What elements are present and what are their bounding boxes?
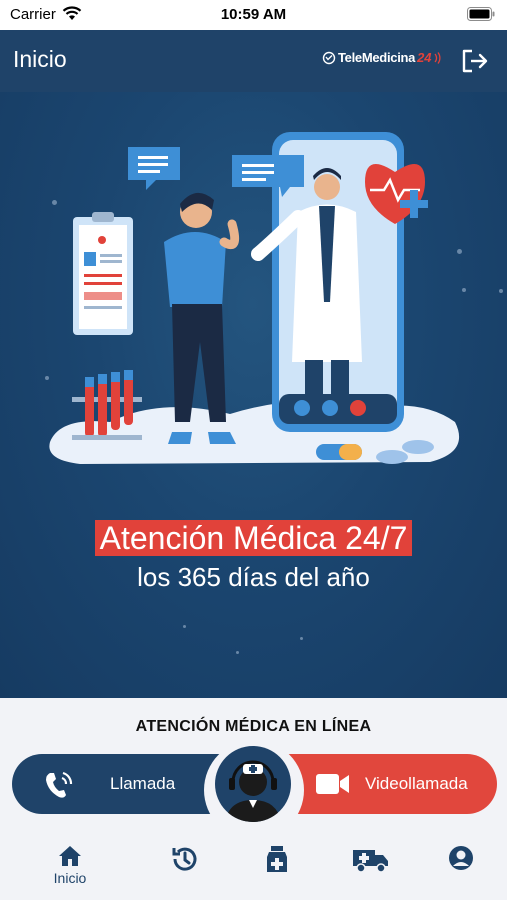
video-camera-icon [315, 772, 351, 801]
app-header: Inicio TeleMedicina 24 [0, 30, 507, 92]
profile-icon [449, 846, 473, 870]
consult-panel: ATENCIÓN MÉDICA EN LÍNEA Llamada Videoll… [0, 698, 507, 900]
history-icon [172, 847, 197, 871]
stethoscope-icon [322, 51, 336, 64]
tab-profile[interactable] [431, 844, 491, 892]
doctor-avatar [204, 740, 304, 840]
battery-icon [467, 7, 495, 26]
video-call-button-label: Videollamada [365, 774, 468, 793]
page-title: Inicio [13, 46, 67, 72]
ambulance-icon [353, 850, 388, 873]
telemedicina-logo: TeleMedicina 24 [322, 50, 442, 65]
tab-emergency[interactable] [341, 844, 401, 892]
status-bar: Carrier 10:59 AM [0, 0, 507, 30]
doctor-icon [225, 760, 281, 822]
logout-icon [462, 49, 488, 73]
section-title: ATENCIÓN MÉDICA EN LÍNEA [135, 718, 372, 735]
hero-headline: Atención Médica 24/7 [94, 520, 413, 556]
call-button-label: Llamada [110, 774, 176, 793]
telemedicine-illustration [49, 132, 460, 464]
prescription-icon [267, 846, 287, 872]
tab-history[interactable] [155, 844, 215, 892]
hero-banner: Atención Médica 24/7 los 365 días del añ… [0, 92, 507, 698]
logo-number: 24 [417, 50, 432, 65]
signal-icon [434, 51, 440, 64]
tab-inicio[interactable]: Inicio [40, 844, 100, 892]
tab-label-inicio: Inicio [53, 870, 87, 886]
home-icon [59, 846, 81, 866]
tab-bar: Inicio [0, 836, 507, 900]
phone-call-icon [42, 769, 76, 806]
logo-text: TeleMedicina [338, 50, 416, 65]
clock: 10:59 AM [220, 6, 287, 23]
tab-prescription[interactable] [247, 844, 307, 892]
hero-subline: los 365 días del año [137, 562, 370, 592]
logout-button[interactable] [460, 47, 490, 75]
